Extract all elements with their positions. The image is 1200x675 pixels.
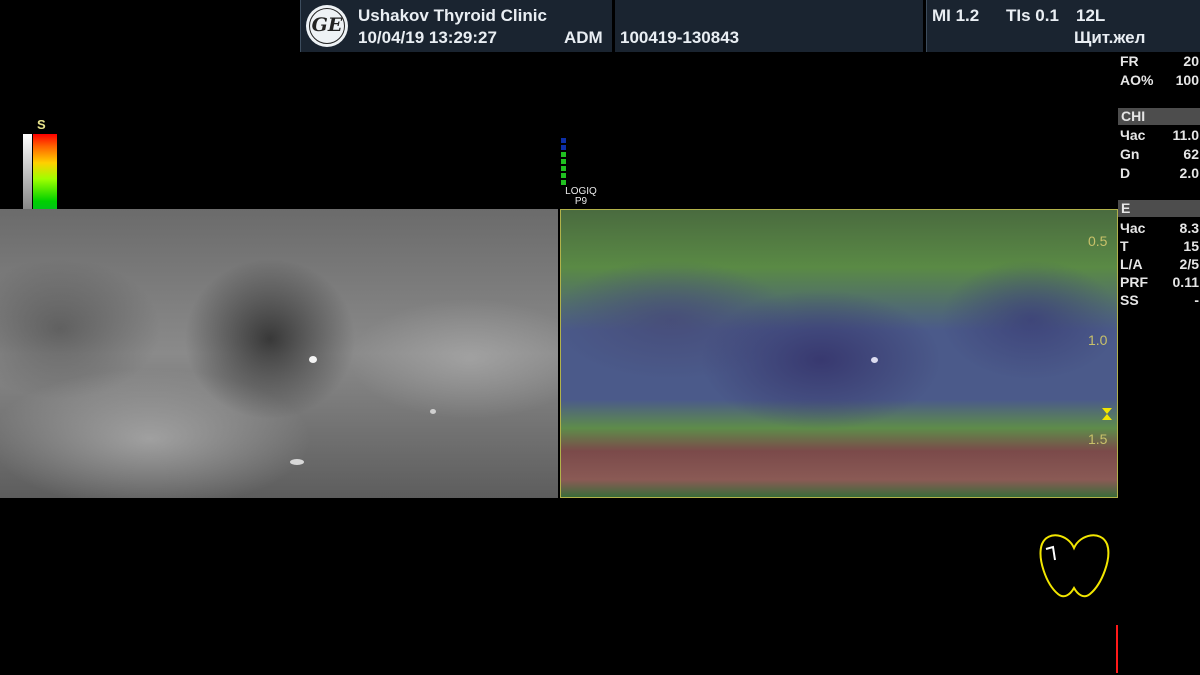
focus-marker-icon (1102, 414, 1112, 420)
depth-mark: 1.0 (1088, 332, 1108, 348)
thyroid-body-marker-icon (1039, 534, 1110, 598)
exam-datetime: 10/04/19 13:29:27 (358, 28, 497, 47)
param-row: L/A 2/5 (1120, 256, 1199, 272)
exam-id: 100419-130843 (620, 28, 740, 47)
param-row: AO% 100 (1120, 72, 1199, 88)
model-label: P9 (574, 196, 588, 207)
param-row: D 2.0 (1120, 165, 1199, 181)
elasto-params: Час 8.3 T 15 L/A 2/5 PRF 0.11 SS - (1118, 219, 1200, 315)
depth-mark: 0.5 (1088, 233, 1108, 249)
header-bar: GE Ushakov Thyroid Clinic 10/04/19 13:29… (0, 0, 1200, 52)
marker-line (1116, 625, 1118, 673)
depth-mark: 1.5 (1088, 431, 1108, 447)
bmode-image (0, 209, 558, 498)
logo-text: GE (311, 14, 343, 36)
chi-params: Час 11.0 Gn 62 D 2.0 (1118, 126, 1200, 186)
elasto-section-header: E (1118, 200, 1200, 217)
clinic-name: Ushakov Thyroid Clinic (358, 6, 547, 25)
param-row: Gn 62 (1120, 146, 1199, 162)
param-row: Час 11.0 (1120, 127, 1199, 143)
elastography-image (560, 209, 1118, 498)
mechanical-index: MI 1.2 (932, 6, 980, 25)
echo-speck (871, 357, 878, 363)
param-row: FR 20 (1120, 53, 1199, 69)
param-row: Час 8.3 (1120, 220, 1199, 236)
operator-id: ADM (564, 28, 603, 47)
param-row: T 15 (1120, 238, 1199, 254)
preset-name: Щит.жел (1074, 28, 1146, 47)
scale-soft-label: S (37, 117, 46, 132)
parameter-panel: FR 20 AO% 100 (1118, 52, 1200, 382)
param-row: SS - (1120, 292, 1199, 308)
quality-indicator-bar (561, 138, 566, 188)
param-row: PRF 0.11 (1120, 274, 1199, 290)
probe-name: 12L (1076, 6, 1106, 25)
chi-section-header: CHI (1118, 108, 1200, 125)
ge-logo: GE (306, 5, 348, 47)
thermal-index: TIs 0.1 (1006, 6, 1059, 25)
